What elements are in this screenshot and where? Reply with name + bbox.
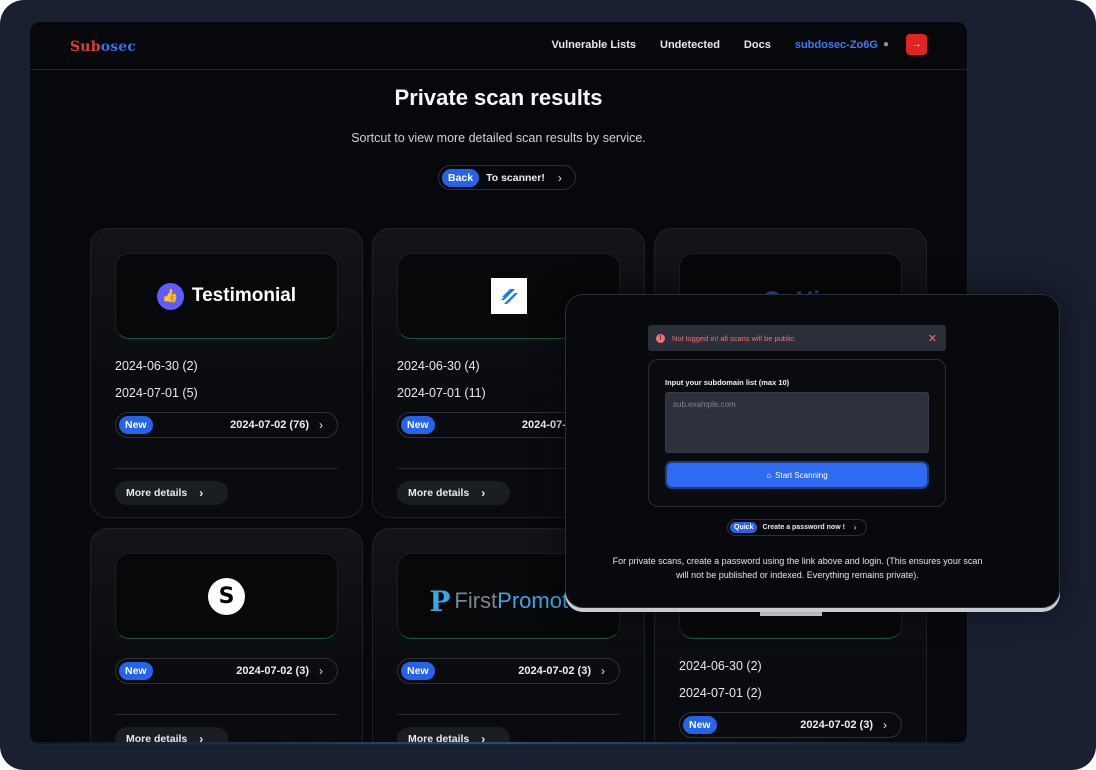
logout-button[interactable]: →	[906, 34, 927, 55]
date-entry: 2024-07-01 (11)	[397, 386, 486, 400]
back-text: To scanner!	[486, 171, 545, 184]
quick-text: Create a password now !	[762, 524, 845, 531]
nav-user-name: subdosec-Zo6G	[794, 38, 878, 51]
start-scanning-label: Start Scanning	[775, 470, 828, 480]
more-details-button[interactable]: More details ›	[115, 727, 228, 744]
chevron-right-icon: ›	[883, 718, 887, 732]
chevron-right-icon: ›	[481, 486, 486, 500]
brand-first: First	[454, 588, 498, 613]
nav-link-docs[interactable]: Docs	[744, 39, 771, 51]
chevron-right-icon: ›	[481, 732, 486, 744]
subdomain-input[interactable]: sub.example.com	[665, 392, 929, 453]
new-results-pill[interactable]: New 2024-07-02 (3) ›	[115, 658, 338, 684]
service-logo-box: 👍 Testimonial	[115, 253, 338, 339]
date-entry: 2024-06-30 (4)	[397, 359, 480, 373]
helpscout-logo-icon	[490, 278, 527, 314]
new-results-pill[interactable]: New 2024-07-02 (76) ›	[115, 412, 338, 438]
nav-link-undetected[interactable]: Undetected	[660, 39, 720, 51]
service-card-testimonial: 👍 Testimonial 2024-06-30 (2) 2024-07-01 …	[90, 228, 363, 518]
scan-form: Input your subdomain list (max 10) sub.e…	[648, 359, 946, 507]
skool-logo-icon: S	[208, 577, 245, 615]
date-entry: 2024-06-30 (2)	[679, 659, 762, 673]
create-password-button[interactable]: Quick Create a password now ! ›	[727, 519, 867, 536]
more-details-label: More details	[408, 487, 470, 499]
service-logo-image	[760, 608, 822, 616]
subdomain-input-placeholder: sub.example.com	[673, 400, 736, 409]
logo[interactable]: Subosec	[70, 39, 136, 55]
more-details-button[interactable]: More details ›	[397, 727, 510, 744]
chevron-right-icon: ›	[199, 486, 204, 500]
new-date: 2024-07-02 (76)	[230, 419, 309, 431]
more-details-label: More details	[126, 487, 188, 499]
chevron-right-icon: ›	[601, 664, 605, 678]
alert-text: Not logged in! all scans will be public.	[672, 333, 797, 343]
new-tag: New	[683, 716, 717, 734]
more-details-button[interactable]: More details ›	[115, 481, 228, 505]
arrow-right-icon: →	[911, 39, 922, 50]
new-tag: New	[401, 416, 435, 434]
service-logo-box: S	[115, 553, 338, 639]
firstpromoter-icon: P	[429, 584, 451, 618]
scanner-panel: ! Not logged in! all scans will be publi…	[565, 294, 1060, 608]
page-subtitle: Sortcut to view more detailed scan resul…	[351, 131, 646, 145]
thumbs-up-icon: 👍	[156, 282, 184, 310]
private-scan-note: For private scans, create a password usi…	[612, 556, 983, 580]
quick-tag: Quick	[730, 522, 758, 533]
new-tag: New	[401, 662, 435, 680]
card-divider	[115, 714, 338, 715]
top-nav: Subosec Vulnerable Lists Undetected Docs…	[30, 22, 967, 70]
page-title: Private scan results	[394, 85, 603, 110]
not-logged-in-alert: ! Not logged in! all scans will be publi…	[648, 325, 946, 351]
firstpromoter-logo: P First Promoter	[429, 585, 587, 618]
chevron-right-icon: ›	[319, 664, 323, 678]
date-entry: 2024-07-01 (2)	[679, 686, 762, 700]
start-scanning-button[interactable]: ⌂ Start Scanning	[667, 463, 927, 487]
new-tag: New	[119, 662, 153, 680]
testimonial-logo: 👍 Testimonial	[156, 282, 297, 310]
more-details-button[interactable]: More details ›	[397, 481, 510, 505]
new-date: 2024-07-02 (3)	[518, 665, 591, 677]
nav-link-vulnerable-lists[interactable]: Vulnerable Lists	[551, 39, 636, 51]
back-tag: Back	[442, 168, 480, 187]
new-results-pill[interactable]: New 2024-07-02 (3) ›	[397, 658, 620, 684]
new-date: 2024-07-02 (3)	[800, 719, 873, 731]
card-divider	[115, 468, 338, 469]
back-to-scanner-button[interactable]: Back To scanner! ›	[438, 165, 576, 190]
new-date: 2024-07-02 (3)	[236, 665, 309, 677]
new-results-pill[interactable]: New 2024-07-02 (3) ›	[679, 712, 902, 738]
date-entry: 2024-07-01 (5)	[115, 386, 198, 400]
card-divider	[397, 714, 620, 715]
logo-part2: osec	[100, 39, 137, 55]
nav-user[interactable]: subdosec-Zo6G ●	[795, 39, 889, 51]
close-icon[interactable]: ✕	[928, 332, 937, 345]
chevron-right-icon: ›	[557, 170, 562, 185]
chevron-right-icon: ›	[199, 732, 204, 744]
logo-part1: Sub	[70, 39, 101, 55]
chevron-right-icon: ›	[319, 418, 323, 432]
brand-name: Testimonial	[191, 285, 297, 306]
date-entry: 2024-06-30 (2)	[115, 359, 198, 373]
alert-icon: !	[656, 333, 665, 343]
chevron-right-icon: ›	[853, 523, 857, 532]
rocket-icon: ⌂	[766, 470, 772, 480]
user-icon: ●	[882, 39, 889, 50]
subdomain-input-label: Input your subdomain list (max 10)	[665, 378, 790, 387]
new-tag: New	[119, 416, 153, 434]
service-card-skool: S New 2024-07-02 (3) › More details ›	[90, 528, 363, 744]
more-details-label: More details	[126, 733, 188, 744]
more-details-label: More details	[408, 733, 470, 744]
nav-links: Vulnerable Lists Undetected Docs subdose…	[527, 34, 927, 55]
